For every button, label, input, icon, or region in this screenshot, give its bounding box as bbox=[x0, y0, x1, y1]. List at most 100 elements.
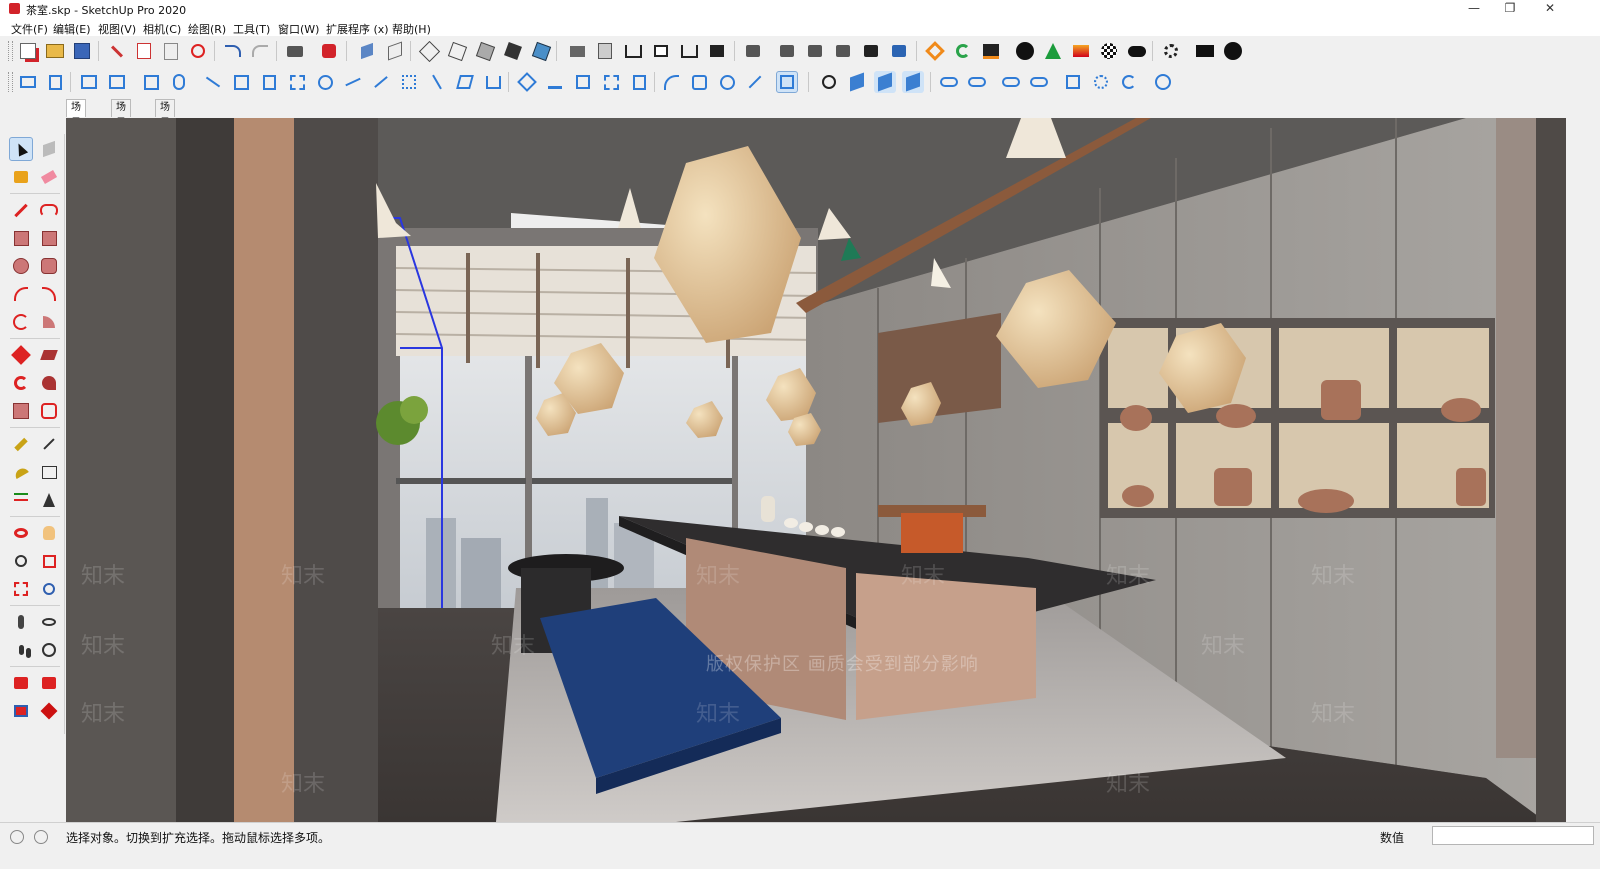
plugin-6-icon[interactable] bbox=[286, 71, 308, 93]
shaded-style-icon[interactable] bbox=[502, 40, 524, 62]
top-view-icon[interactable] bbox=[384, 40, 406, 62]
layer-e-icon[interactable] bbox=[888, 40, 910, 62]
plugin-16-icon[interactable] bbox=[628, 71, 650, 93]
front-view-icon[interactable] bbox=[650, 40, 672, 62]
plugin-14-icon[interactable] bbox=[516, 71, 538, 93]
menu-tools[interactable]: 工具(T) bbox=[233, 21, 270, 37]
close-button[interactable]: ✕ bbox=[1532, 0, 1568, 19]
model-viewport[interactable]: 版权保护区 画质会受到部分影响 知末 知末 知末 知末 知末 知末 知末 知末 … bbox=[66, 118, 1566, 822]
shaded-texture-style-icon[interactable] bbox=[530, 40, 552, 62]
plugin-7-icon[interactable] bbox=[314, 71, 336, 93]
hidden-line-style-icon[interactable] bbox=[474, 40, 496, 62]
look-around-eye-icon[interactable] bbox=[37, 610, 61, 634]
rectangle-icon[interactable] bbox=[9, 226, 33, 250]
plugin-25-icon[interactable] bbox=[966, 71, 988, 93]
move-icon[interactable] bbox=[9, 343, 33, 367]
menu-window[interactable]: 窗口(W) bbox=[278, 21, 319, 37]
dimension-icon[interactable] bbox=[37, 432, 61, 456]
checker-icon[interactable] bbox=[1098, 40, 1120, 62]
follow-me-icon[interactable] bbox=[37, 371, 61, 395]
print-icon[interactable] bbox=[284, 40, 306, 62]
toolbar-grip[interactable] bbox=[8, 72, 13, 92]
three-point-arc-icon[interactable] bbox=[9, 310, 33, 334]
copy-icon[interactable] bbox=[133, 40, 155, 62]
menu-help[interactable]: 帮助(H) bbox=[392, 21, 431, 37]
plugin-15-icon[interactable] bbox=[600, 71, 622, 93]
rotated-rectangle-icon[interactable] bbox=[37, 226, 61, 250]
box-icon[interactable] bbox=[572, 71, 594, 93]
render-settings-icon[interactable] bbox=[980, 40, 1002, 62]
section-plane-icon[interactable] bbox=[594, 40, 616, 62]
pie-icon[interactable] bbox=[37, 310, 61, 334]
warehouse-icon[interactable] bbox=[566, 40, 588, 62]
arc-icon[interactable] bbox=[9, 282, 33, 306]
plugin-24-icon[interactable] bbox=[938, 71, 960, 93]
add-icon[interactable] bbox=[1014, 40, 1036, 62]
plugin-9-icon[interactable] bbox=[370, 71, 392, 93]
offset-icon[interactable] bbox=[37, 399, 61, 423]
mail-icon[interactable] bbox=[1194, 40, 1216, 62]
zoom-icon[interactable] bbox=[9, 549, 33, 573]
plugin-29-icon[interactable] bbox=[1090, 71, 1112, 93]
eraser-icon[interactable] bbox=[37, 165, 61, 189]
tree-icon[interactable] bbox=[1042, 40, 1064, 62]
plugin-19-icon[interactable] bbox=[744, 71, 766, 93]
plugin-17-icon[interactable] bbox=[688, 71, 710, 93]
tab-scene-8[interactable]: 场景号8 bbox=[155, 99, 175, 161]
plugin-27-icon[interactable] bbox=[1028, 71, 1050, 93]
plugin-30-icon[interactable] bbox=[1118, 71, 1140, 93]
plugin-2-icon[interactable] bbox=[106, 71, 128, 93]
open-folder-icon[interactable] bbox=[44, 40, 66, 62]
paste-icon[interactable] bbox=[160, 40, 182, 62]
move-view-icon[interactable] bbox=[818, 71, 840, 93]
export-icon[interactable] bbox=[44, 71, 66, 93]
zoom-extents-icon[interactable] bbox=[9, 577, 33, 601]
layer-c-icon[interactable] bbox=[832, 40, 854, 62]
plugin-1-icon[interactable] bbox=[78, 71, 100, 93]
plugin-12-icon[interactable] bbox=[454, 71, 476, 93]
orbit-icon[interactable] bbox=[9, 521, 33, 545]
freehand-icon[interactable] bbox=[37, 198, 61, 222]
layer-b-icon[interactable] bbox=[804, 40, 826, 62]
tab-scene-4[interactable]: 场景号4 bbox=[66, 99, 86, 161]
menu-edit[interactable]: 编辑(E) bbox=[53, 21, 91, 37]
push-pull-icon[interactable] bbox=[37, 343, 61, 367]
save-icon[interactable] bbox=[71, 40, 93, 62]
polygon-icon[interactable] bbox=[37, 254, 61, 278]
plugin-22-icon[interactable] bbox=[874, 71, 896, 93]
plugin-13-icon[interactable] bbox=[482, 71, 504, 93]
vray-icon[interactable] bbox=[924, 40, 946, 62]
text-label-icon[interactable] bbox=[37, 460, 61, 484]
cut-icon[interactable] bbox=[106, 40, 128, 62]
iso-view-icon[interactable] bbox=[356, 40, 378, 62]
ruby-icon[interactable] bbox=[37, 699, 61, 723]
plugin-20-icon[interactable] bbox=[776, 71, 798, 93]
line-plugin-icon[interactable] bbox=[202, 71, 224, 93]
paint-bucket-icon[interactable] bbox=[9, 165, 33, 189]
undo-icon[interactable] bbox=[222, 40, 244, 62]
drop-icon[interactable] bbox=[544, 71, 566, 93]
position-camera-icon[interactable] bbox=[9, 610, 33, 634]
plugin-5-icon[interactable] bbox=[258, 71, 280, 93]
menu-draw[interactable]: 绘图(R) bbox=[188, 21, 226, 37]
info-icon[interactable] bbox=[1222, 40, 1244, 62]
plugin-11-icon[interactable] bbox=[426, 71, 448, 93]
restore-button[interactable]: ❐ bbox=[1492, 0, 1528, 19]
previous-view-icon[interactable] bbox=[37, 577, 61, 601]
scale-icon[interactable] bbox=[9, 399, 33, 423]
cloud-upload-icon[interactable] bbox=[1126, 40, 1148, 62]
components-icon[interactable] bbox=[742, 40, 764, 62]
menu-extensions[interactable]: 扩展程序 (x) bbox=[326, 21, 389, 37]
plugin-10-icon[interactable] bbox=[398, 71, 420, 93]
geo-location-icon[interactable] bbox=[10, 830, 24, 844]
circle-icon[interactable] bbox=[9, 254, 33, 278]
protractor-icon[interactable] bbox=[9, 460, 33, 484]
tape-measure-icon[interactable] bbox=[9, 432, 33, 456]
menu-file[interactable]: 文件(F) bbox=[11, 21, 48, 37]
new-file-icon[interactable] bbox=[17, 40, 39, 62]
rotate-icon[interactable] bbox=[9, 371, 33, 395]
tab-scene-7[interactable]: 场景号7 bbox=[111, 99, 131, 161]
plugin-8-icon[interactable] bbox=[342, 71, 364, 93]
plugin-31-icon[interactable] bbox=[1152, 71, 1174, 93]
plugin-26-icon[interactable] bbox=[1000, 71, 1022, 93]
